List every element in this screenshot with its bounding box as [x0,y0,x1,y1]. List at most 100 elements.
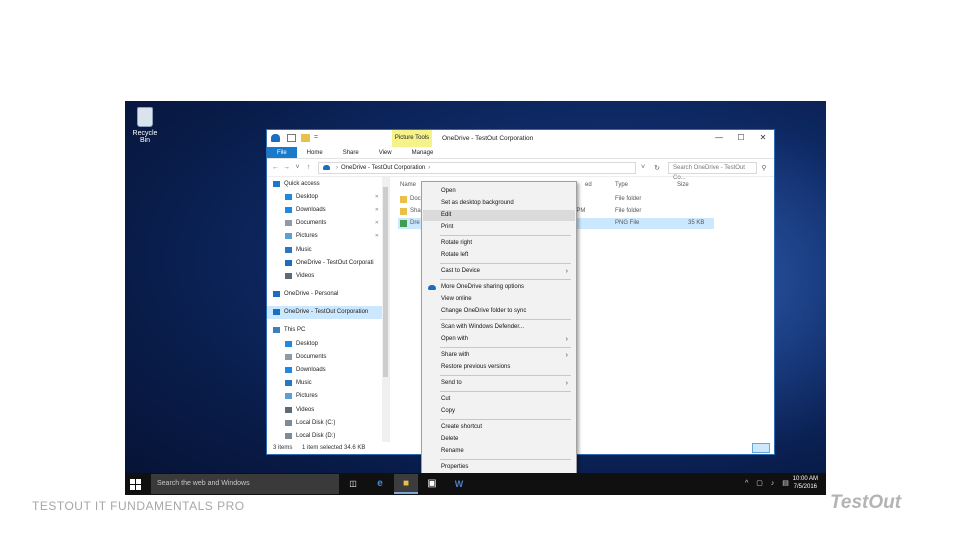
menu-separator [440,279,571,280]
menu-item-cast-to-device[interactable]: Cast to Device › [423,266,575,277]
nav-item-pictures[interactable]: Pictures [267,390,389,403]
menu-item-change-onedrive-folder-to-sync[interactable]: Change OneDrive folder to sync [423,306,575,317]
nav-scrollbar[interactable] [382,177,389,442]
word-icon[interactable]: W [447,474,471,494]
nav-item-local-disk-d[interactable]: Local Disk (D:) [267,429,389,442]
view-toggle-icon[interactable] [752,443,770,453]
menu-item-label: Set as desktop background [441,200,514,206]
properties-icon[interactable] [287,134,296,142]
edge-browser-icon[interactable]: e [368,474,392,494]
address-bar[interactable]: › OneDrive - TestOut Corporation › [318,161,636,174]
menu-item-share-with[interactable]: Share with › [423,350,575,361]
column-size[interactable]: Size [677,182,689,188]
clock-time: 10:00 AM [792,476,818,482]
nav-item-music[interactable]: Music [267,377,389,390]
menu-item-rotate-right[interactable]: Rotate right [423,238,575,249]
breadcrumb-separator-icon[interactable]: › [428,165,430,171]
nav-item-onedrive-testout-corporati[interactable]: OneDrive - TestOut Corporati [267,256,389,269]
menu-item-delete[interactable]: Delete [423,434,575,445]
search-icon: ⚲ [761,164,767,172]
breadcrumb-separator-icon[interactable]: › [336,165,338,171]
desktop: Recycle Bin = Picture Tools OneDrive - T… [125,101,826,495]
windows-start-icon[interactable] [130,479,141,490]
task-view-icon[interactable]: ◫ [341,474,365,494]
taskbar-search-input[interactable]: Search the web and Windows [151,474,339,494]
menu-item-label: Delete [441,436,459,442]
nav-item-documents[interactable]: Documents ✕ [267,217,389,230]
testout-logo: TestOut [830,492,902,513]
pin-icon: ✕ [374,193,379,200]
menu-separator [440,347,571,348]
menu-item-send-to[interactable]: Send to › [423,378,575,389]
picture-tools-tab[interactable]: Picture Tools [392,130,432,147]
system-tray-icons[interactable]: ^ ▢ ♪ ▤ [745,479,792,487]
menu-item-open-with[interactable]: Open with › [423,334,575,345]
menu-item-edit[interactable]: Edit [423,210,575,221]
close-icon[interactable]: ✕ [752,130,774,147]
menu-separator [440,235,571,236]
nav-item-quick-access[interactable]: Quick access [267,177,389,190]
column-type[interactable]: Type [615,182,628,188]
nav-item-onedrive-testout-corporation[interactable]: OneDrive - TestOut Corporation [267,305,389,319]
address-dropdown-icon[interactable]: ˅ [636,164,650,171]
menu-item-more-onedrive-sharing-options[interactable]: More OneDrive sharing options [423,282,575,293]
maximize-icon[interactable]: ☐ [730,130,752,147]
tab-home[interactable]: Home [297,147,333,158]
title-bar: = Picture Tools OneDrive - TestOut Corpo… [267,130,774,147]
onedrive-icon [273,309,280,316]
pin-icon: ✕ [374,206,379,213]
minimize-icon[interactable]: — [708,130,730,147]
nav-item-pictures[interactable]: Pictures ✕ [267,230,389,243]
nav-item-downloads[interactable]: Downloads [267,363,389,376]
menu-item-rotate-left[interactable]: Rotate left [423,250,575,261]
menu-item-set-as-desktop-background[interactable]: Set as desktop background [423,198,575,209]
breadcrumb-onedrive-testout-corporation[interactable]: OneDrive - TestOut Corporation [341,165,425,171]
menu-item-scan-with-windows-defender[interactable]: Scan with Windows Defender... [423,322,575,333]
menu-item-view-online[interactable]: View online [423,294,575,305]
music-icon [285,246,292,253]
nav-item-desktop[interactable]: Desktop [267,337,389,350]
menu-item-open[interactable]: Open [423,186,575,197]
tab-view[interactable]: View [369,147,402,158]
recycle-bin-shortcut[interactable]: Recycle Bin [127,107,163,144]
nav-item-local-disk-c[interactable]: Local Disk (C:) [267,416,389,429]
column-date[interactable]: ed [585,182,592,188]
nav-scrollbar-thumb[interactable] [383,187,388,377]
nav-item-music[interactable]: Music [267,243,389,256]
menu-item-cut[interactable]: Cut [423,394,575,405]
menu-item-properties[interactable]: Properties [423,462,575,473]
music-icon [285,380,292,387]
back-icon[interactable]: ← [270,164,281,171]
column-name[interactable]: Name [400,182,416,188]
nav-item-label: Local Disk (D:) [296,432,336,439]
nav-item-videos[interactable]: Videos [267,403,389,416]
search-input[interactable]: Search OneDrive - TestOut Co... [668,161,757,181]
nav-item-documents[interactable]: Documents [267,350,389,363]
menu-item-create-shortcut[interactable]: Create shortcut [423,422,575,433]
menu-item-label: Share with [441,352,470,358]
nav-item-this-pc[interactable]: This PC [267,324,389,337]
tab-file[interactable]: File [267,147,297,158]
onedrive-icon [285,259,292,266]
nav-item-onedrive-personal[interactable]: OneDrive - Personal [267,288,389,301]
up-icon[interactable]: ↑ [303,164,314,171]
nav-item-downloads[interactable]: Downloads ✕ [267,203,389,216]
menu-item-print[interactable]: Print [423,222,575,233]
menu-item-restore-previous-versions[interactable]: Restore previous versions [423,362,575,373]
onedrive-icon [428,285,436,290]
quick-access-dropdown-icon[interactable]: = [314,134,320,142]
menu-item-copy[interactable]: Copy [423,406,575,417]
tab-manage[interactable]: Manage [402,147,444,158]
store-icon[interactable]: ▣ [420,474,444,494]
new-folder-icon[interactable] [301,134,310,142]
nav-item-videos[interactable]: Videos [267,269,389,282]
nav-item-desktop[interactable]: Desktop ✕ [267,190,389,203]
recent-dropdown-icon[interactable]: ˅ [292,164,303,171]
refresh-icon[interactable]: ↻ [650,164,664,172]
tab-share[interactable]: Share [333,147,369,158]
menu-item-rename[interactable]: Rename [423,446,575,457]
file-explorer-taskbar-icon[interactable]: ■ [394,474,418,494]
taskbar-clock[interactable]: 10:00 AM 7/5/2016 [793,475,818,491]
window-title: OneDrive - TestOut Corporation [442,135,534,142]
forward-icon[interactable]: → [281,164,292,171]
